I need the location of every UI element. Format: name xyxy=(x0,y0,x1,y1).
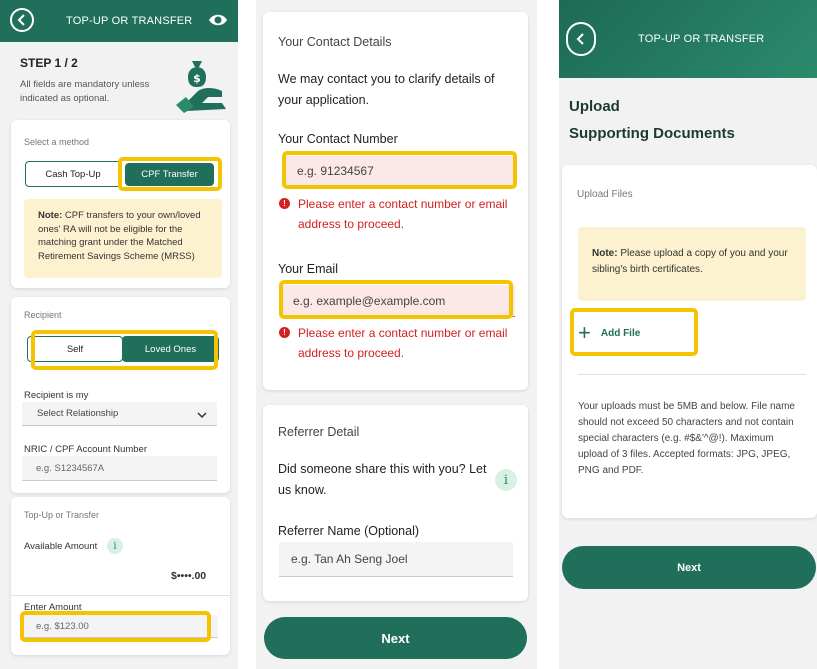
page-title-line1: Upload xyxy=(569,98,620,115)
topup-section-label: Top-Up or Transfer xyxy=(24,510,100,520)
email-label: Your Email xyxy=(278,262,338,276)
note-label: Note: xyxy=(592,248,618,259)
relationship-select[interactable]: Select Relationship xyxy=(22,402,217,426)
screen-topup-step1: TOP-UP OR TRANSFER STEP 1 / 2 All fields… xyxy=(0,0,238,669)
relationship-label: Recipient is my xyxy=(24,390,89,401)
app-header: TOP-UP OR TRANSFER xyxy=(0,0,238,42)
method-note: Note: CPF transfers to your own/loved on… xyxy=(24,199,222,278)
svg-text:$: $ xyxy=(193,72,201,85)
highlight-box xyxy=(20,611,211,642)
error-icon: ! xyxy=(279,327,290,338)
referrer-name-placeholder: e.g. Tan Ah Seng Joel xyxy=(291,552,408,566)
method-card: Select a method Cash Top-Up CPF Transfer… xyxy=(11,120,230,288)
error-text: Please enter a contact number or email a… xyxy=(298,197,508,231)
upload-section-label: Upload Files xyxy=(577,189,633,200)
header-title: TOP-UP OR TRANSFER xyxy=(638,33,765,45)
highlight-box xyxy=(118,157,222,191)
contact-number-label: Your Contact Number xyxy=(278,132,398,146)
upload-card: Upload Files Note: Please upload a copy … xyxy=(562,165,817,518)
recipient-section-label: Recipient xyxy=(24,310,62,320)
contact-card: Your Contact Details We may contact you … xyxy=(263,12,528,390)
next-button[interactable]: Next xyxy=(562,546,816,589)
nric-label: NRIC / CPF Account Number xyxy=(24,444,148,455)
referrer-name-label: Referrer Name (Optional) xyxy=(278,524,420,538)
referrer-section-title: Referrer Detail xyxy=(278,425,360,439)
note-text: CPF transfers to your own/loved ones' RA… xyxy=(38,210,201,262)
highlight-box xyxy=(282,151,517,189)
eye-icon[interactable] xyxy=(208,10,228,30)
chevron-down-icon xyxy=(197,412,207,419)
back-button[interactable] xyxy=(10,8,34,32)
method-section-label: Select a method xyxy=(24,137,90,147)
referrer-name-input[interactable]: e.g. Tan Ah Seng Joel xyxy=(279,542,513,577)
nric-input[interactable]: e.g. S1234567A xyxy=(22,456,217,481)
email-error: ! Please enter a contact number or email… xyxy=(279,323,519,363)
money-bag-hand-icon: $ xyxy=(176,61,226,113)
screen-contact-details: Your Contact Details We may contact you … xyxy=(256,0,537,669)
chevron-left-icon xyxy=(576,33,584,45)
app-header: TOP-UP OR TRANSFER xyxy=(559,0,817,78)
divider xyxy=(11,595,230,596)
note-label: Note: xyxy=(38,210,63,221)
error-text: Please enter a contact number or email a… xyxy=(298,326,508,360)
step-title: STEP 1 / 2 xyxy=(20,56,78,70)
recipient-card: Recipient Self Loved Ones Recipient is m… xyxy=(11,297,230,493)
divider xyxy=(578,374,806,375)
highlight-box xyxy=(31,330,218,370)
screen-upload-documents: TOP-UP OR TRANSFER Upload Supporting Doc… xyxy=(559,0,817,669)
cash-topup-option[interactable]: Cash Top-Up xyxy=(25,161,121,187)
contact-intro: We may contact you to clarify details of… xyxy=(278,72,495,107)
referrer-card: Referrer Detail Did someone share this w… xyxy=(263,405,528,601)
info-icon[interactable]: i xyxy=(107,538,123,554)
upload-rules: Your uploads must be 5MB and below. File… xyxy=(578,401,795,476)
available-amount-value: $••••.00 xyxy=(171,570,207,582)
info-icon[interactable]: i xyxy=(495,469,517,491)
page-title-line2: Supporting Documents xyxy=(569,125,735,142)
header-title: TOP-UP OR TRANSFER xyxy=(66,15,193,27)
contact-number-error: ! Please enter a contact number or email… xyxy=(279,194,519,234)
relationship-value: Select Relationship xyxy=(37,408,119,419)
highlight-box xyxy=(570,308,698,356)
step-description: All fields are mandatory unless indicate… xyxy=(20,79,150,104)
error-icon: ! xyxy=(279,198,290,209)
back-button[interactable] xyxy=(566,22,596,56)
upload-note: Note: Please upload a copy of you and yo… xyxy=(578,227,806,301)
topup-card: Top-Up or Transfer Available Amount i $•… xyxy=(11,497,230,655)
available-amount-label: Available Amount xyxy=(24,541,98,552)
next-button[interactable]: Next xyxy=(264,617,527,659)
note-text: Please upload a copy of you and your sib… xyxy=(592,248,788,275)
highlight-box xyxy=(279,280,513,319)
contact-section-title: Your Contact Details xyxy=(278,35,392,49)
referrer-question: Did someone share this with you? Let us … xyxy=(278,462,487,497)
nric-placeholder: e.g. S1234567A xyxy=(36,462,105,474)
chevron-left-icon xyxy=(17,14,25,26)
